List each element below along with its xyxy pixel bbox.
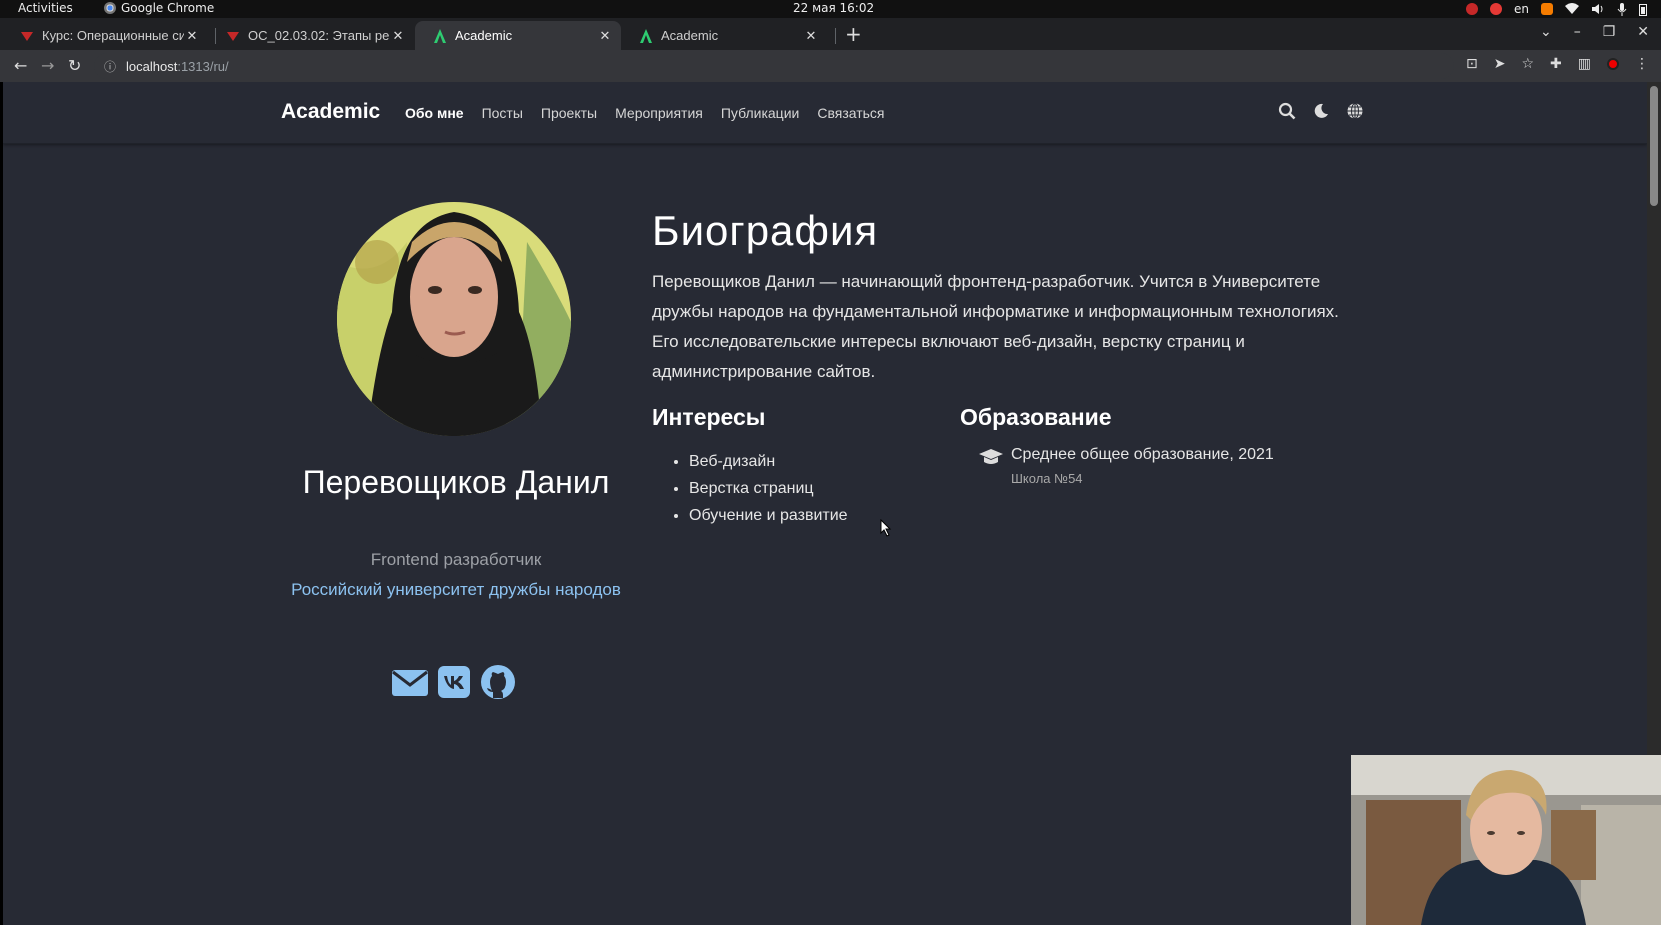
tab-title: ОС_02.03.02: Этапы реал [248, 28, 390, 43]
battery-icon [1639, 3, 1647, 16]
activities-button[interactable]: Activities [18, 1, 73, 15]
app-indicator-icon [1541, 3, 1553, 15]
system-tray[interactable]: en [1466, 0, 1647, 18]
avatar-photo [337, 202, 571, 436]
interests-list: Веб-дизайн Верстка страниц Обучение и ра… [689, 448, 848, 529]
profile-role: Frontend разработчик [370, 550, 542, 569]
scrollbar-thumb[interactable] [1650, 86, 1658, 206]
browser-tab-active[interactable]: Academic ✕ [415, 21, 621, 50]
university-icon [21, 31, 33, 41]
list-item: Верстка страниц [689, 475, 848, 502]
academic-icon [640, 28, 652, 43]
interests-heading: Интересы [652, 404, 766, 430]
close-icon[interactable]: ✕ [184, 28, 200, 44]
close-icon[interactable]: ✕ [390, 28, 406, 44]
academic-icon [434, 28, 446, 43]
biography-text: Перевощиков Данил — начинающий фронтенд-… [652, 272, 1339, 381]
education-institution: Школа №54 [1011, 471, 1083, 486]
back-icon[interactable]: ← [14, 56, 27, 75]
browser-tab[interactable]: Курс: Операционные си ✕ [2, 21, 208, 50]
address-bar[interactable]: ⓘ localhost:1313/ru/ [94, 53, 1454, 79]
envelope-icon[interactable] [391, 664, 429, 700]
menu-item-posts[interactable]: Посты [482, 105, 523, 121]
close-icon[interactable]: ✕ [803, 28, 819, 44]
record-icon [1490, 3, 1502, 15]
menu-item-projects[interactable]: Проекты [541, 105, 597, 121]
clock[interactable]: 22 мая 16:02 [793, 1, 874, 15]
reload-icon[interactable]: ↻ [68, 56, 81, 75]
webcam-video [1351, 755, 1661, 925]
menu-item-about[interactable]: Обо мне [405, 105, 464, 121]
profile-organization-link[interactable]: Российский университет дружбы народов [286, 579, 626, 601]
new-tab-button[interactable]: + [845, 24, 862, 44]
profile-avatar[interactable] [1607, 58, 1619, 70]
send-icon[interactable]: ➤ [1494, 56, 1506, 72]
tab-search-icon[interactable]: ⌄ [1540, 24, 1552, 40]
tab-title: Academic [455, 28, 513, 43]
microphone-icon [1617, 2, 1627, 16]
extensions-icon[interactable]: ✚ [1550, 56, 1562, 72]
menu-item-publications[interactable]: Публикации [721, 105, 799, 121]
tab-divider [835, 28, 836, 44]
site-info-icon[interactable]: ⓘ [104, 58, 116, 75]
education-course: Среднее общее образование, 2021 [1011, 446, 1274, 463]
chrome-icon [104, 2, 116, 14]
webcam-overlay [1351, 755, 1661, 925]
list-item: Обучение и развитие [689, 502, 848, 529]
volume-icon [1592, 4, 1603, 14]
menu-item-events[interactable]: Мероприятия [615, 105, 703, 121]
github-icon[interactable] [479, 664, 517, 700]
app-menu[interactable]: Google Chrome [104, 1, 214, 15]
wifi-icon [1565, 3, 1579, 14]
menu-item-contact[interactable]: Связаться [817, 105, 884, 121]
profile-name: Перевощиков Данил [302, 464, 610, 500]
biography-title: Биография [652, 207, 879, 254]
browser-tab[interactable]: Academic ✕ [621, 21, 827, 50]
bookmark-star-icon[interactable]: ☆ [1521, 56, 1534, 72]
social-links [391, 664, 517, 700]
graduation-cap-icon [979, 449, 1003, 464]
search-icon[interactable] [1278, 102, 1296, 120]
close-icon[interactable]: ✕ [597, 28, 613, 44]
minimize-button[interactable]: – [1574, 24, 1581, 40]
tab-strip: Курс: Операционные си ✕ ОС_02.03.02: Эта… [0, 18, 1661, 50]
tab-title: Курс: Операционные си [42, 28, 184, 43]
system-top-bar: Activities Google Chrome 22 мая 16:02 en [0, 0, 1661, 18]
tab-title: Academic [661, 28, 719, 43]
moon-icon[interactable] [1312, 102, 1330, 120]
window-controls: ⌄ – ❐ ✕ [1540, 24, 1649, 40]
indicator-icon [1466, 3, 1478, 15]
url-host: localhost [126, 58, 178, 74]
mouse-cursor-icon [880, 519, 892, 537]
url-path: :1313/ru/ [177, 58, 229, 74]
close-window-button[interactable]: ✕ [1637, 24, 1649, 40]
toolbar-actions: ⊡ ➤ ☆ ✚ ▥ ⋮ [1466, 56, 1649, 72]
browser-toolbar: ← → ↻ ⓘ localhost:1313/ru/ ⊡ ➤ ☆ ✚ ▥ ⋮ [0, 50, 1661, 82]
university-icon [227, 31, 239, 41]
menu-kebab-icon[interactable]: ⋮ [1635, 56, 1649, 72]
education-heading: Образование [960, 404, 1112, 430]
translate-icon[interactable]: ⊡ [1466, 56, 1478, 72]
navbar-tools [1278, 102, 1364, 120]
browser-tab[interactable]: ОС_02.03.02: Этапы реал ✕ [208, 21, 414, 50]
keyboard-layout[interactable]: en [1514, 2, 1529, 16]
globe-icon[interactable] [1346, 102, 1364, 120]
vk-icon[interactable] [435, 664, 473, 700]
forward-icon[interactable]: → [41, 56, 54, 75]
restore-button[interactable]: ❐ [1603, 24, 1616, 40]
app-name: Google Chrome [121, 1, 215, 15]
side-panel-icon[interactable]: ▥ [1578, 56, 1591, 72]
list-item: Веб-дизайн [689, 448, 848, 475]
site-brand[interactable]: Academic [281, 100, 380, 124]
site-menu: Обо мне Посты Проекты Мероприятия Публик… [405, 105, 885, 121]
avatar [337, 202, 571, 436]
site-navbar: Academic Обо мне Посты Проекты Мероприят… [3, 82, 1647, 144]
